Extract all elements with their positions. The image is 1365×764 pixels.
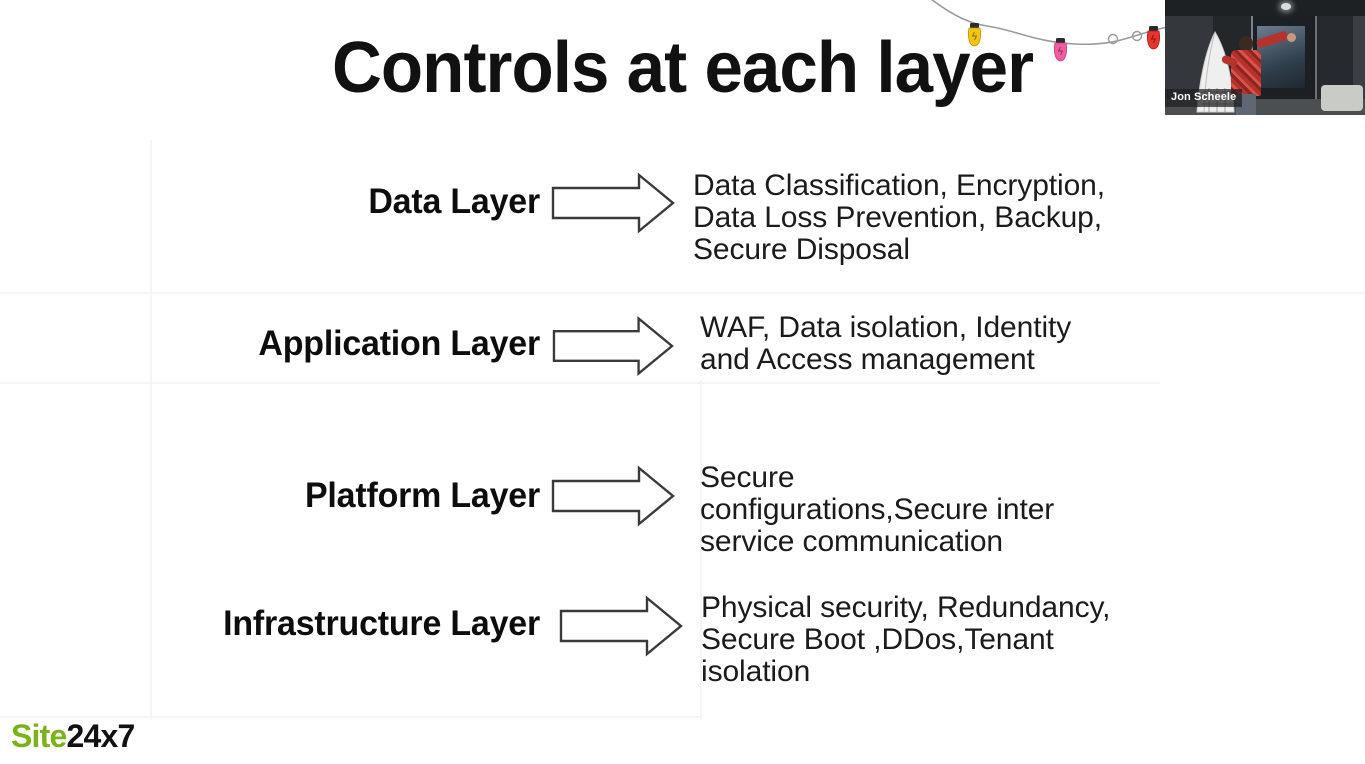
layer-label-infrastructure: Infrastructure Layer [223, 604, 540, 643]
arrow-cell [540, 462, 685, 528]
layer-row: Data Layer Data Classification, Encrypti… [0, 169, 1240, 266]
layer-label-data: Data Layer [368, 182, 540, 221]
layer-description-data: Data Classification, Encryption, Data Lo… [693, 169, 1105, 266]
presenter-head [1239, 36, 1253, 51]
arrow-cell [540, 592, 693, 658]
background-artifact-line [0, 382, 1160, 384]
logo-text-site: Site [11, 718, 67, 754]
layer-description-infrastructure: Physical security, Redundancy, Secure Bo… [701, 591, 1111, 688]
right-block-arrow-icon [552, 315, 674, 377]
presenter-hand [1287, 33, 1296, 42]
presenter-name-label: Jon Scheele [1165, 88, 1243, 107]
presenter-webcam-overlay[interactable]: Jon Scheele [1165, 0, 1365, 115]
layer-label-application: Application Layer [258, 324, 540, 363]
right-block-arrow-icon [551, 465, 675, 527]
layer-label-platform: Platform Layer [304, 476, 540, 515]
webcam-couch [1321, 85, 1363, 111]
presentation-slide: Controls at each layer Data Layer Data C… [0, 0, 1365, 764]
right-block-arrow-icon [551, 172, 675, 234]
webcam-ceiling-light [1281, 3, 1291, 10]
logo-text-24x7: 24x7 [66, 718, 136, 754]
layer-description-platform: Secure configurations,Secure inter servi… [700, 461, 1055, 558]
page-title: Controls at each layer [331, 28, 1034, 108]
arrow-cell [540, 170, 685, 234]
arrow-cell [540, 312, 685, 377]
site24x7-logo: Site24x7 [11, 720, 135, 752]
layer-row: Application Layer WAF, Data isolation, I… [0, 312, 1240, 377]
webcam-ceiling [1165, 0, 1365, 16]
layer-row: Platform Layer Secure configurations,Sec… [0, 461, 1240, 558]
background-artifact-line [0, 292, 1365, 294]
right-block-arrow-icon [559, 595, 683, 657]
layer-row: Infrastructure Layer Physical security, … [0, 591, 1240, 688]
layer-description-application: WAF, Data isolation, Identity and Access… [700, 311, 1072, 376]
